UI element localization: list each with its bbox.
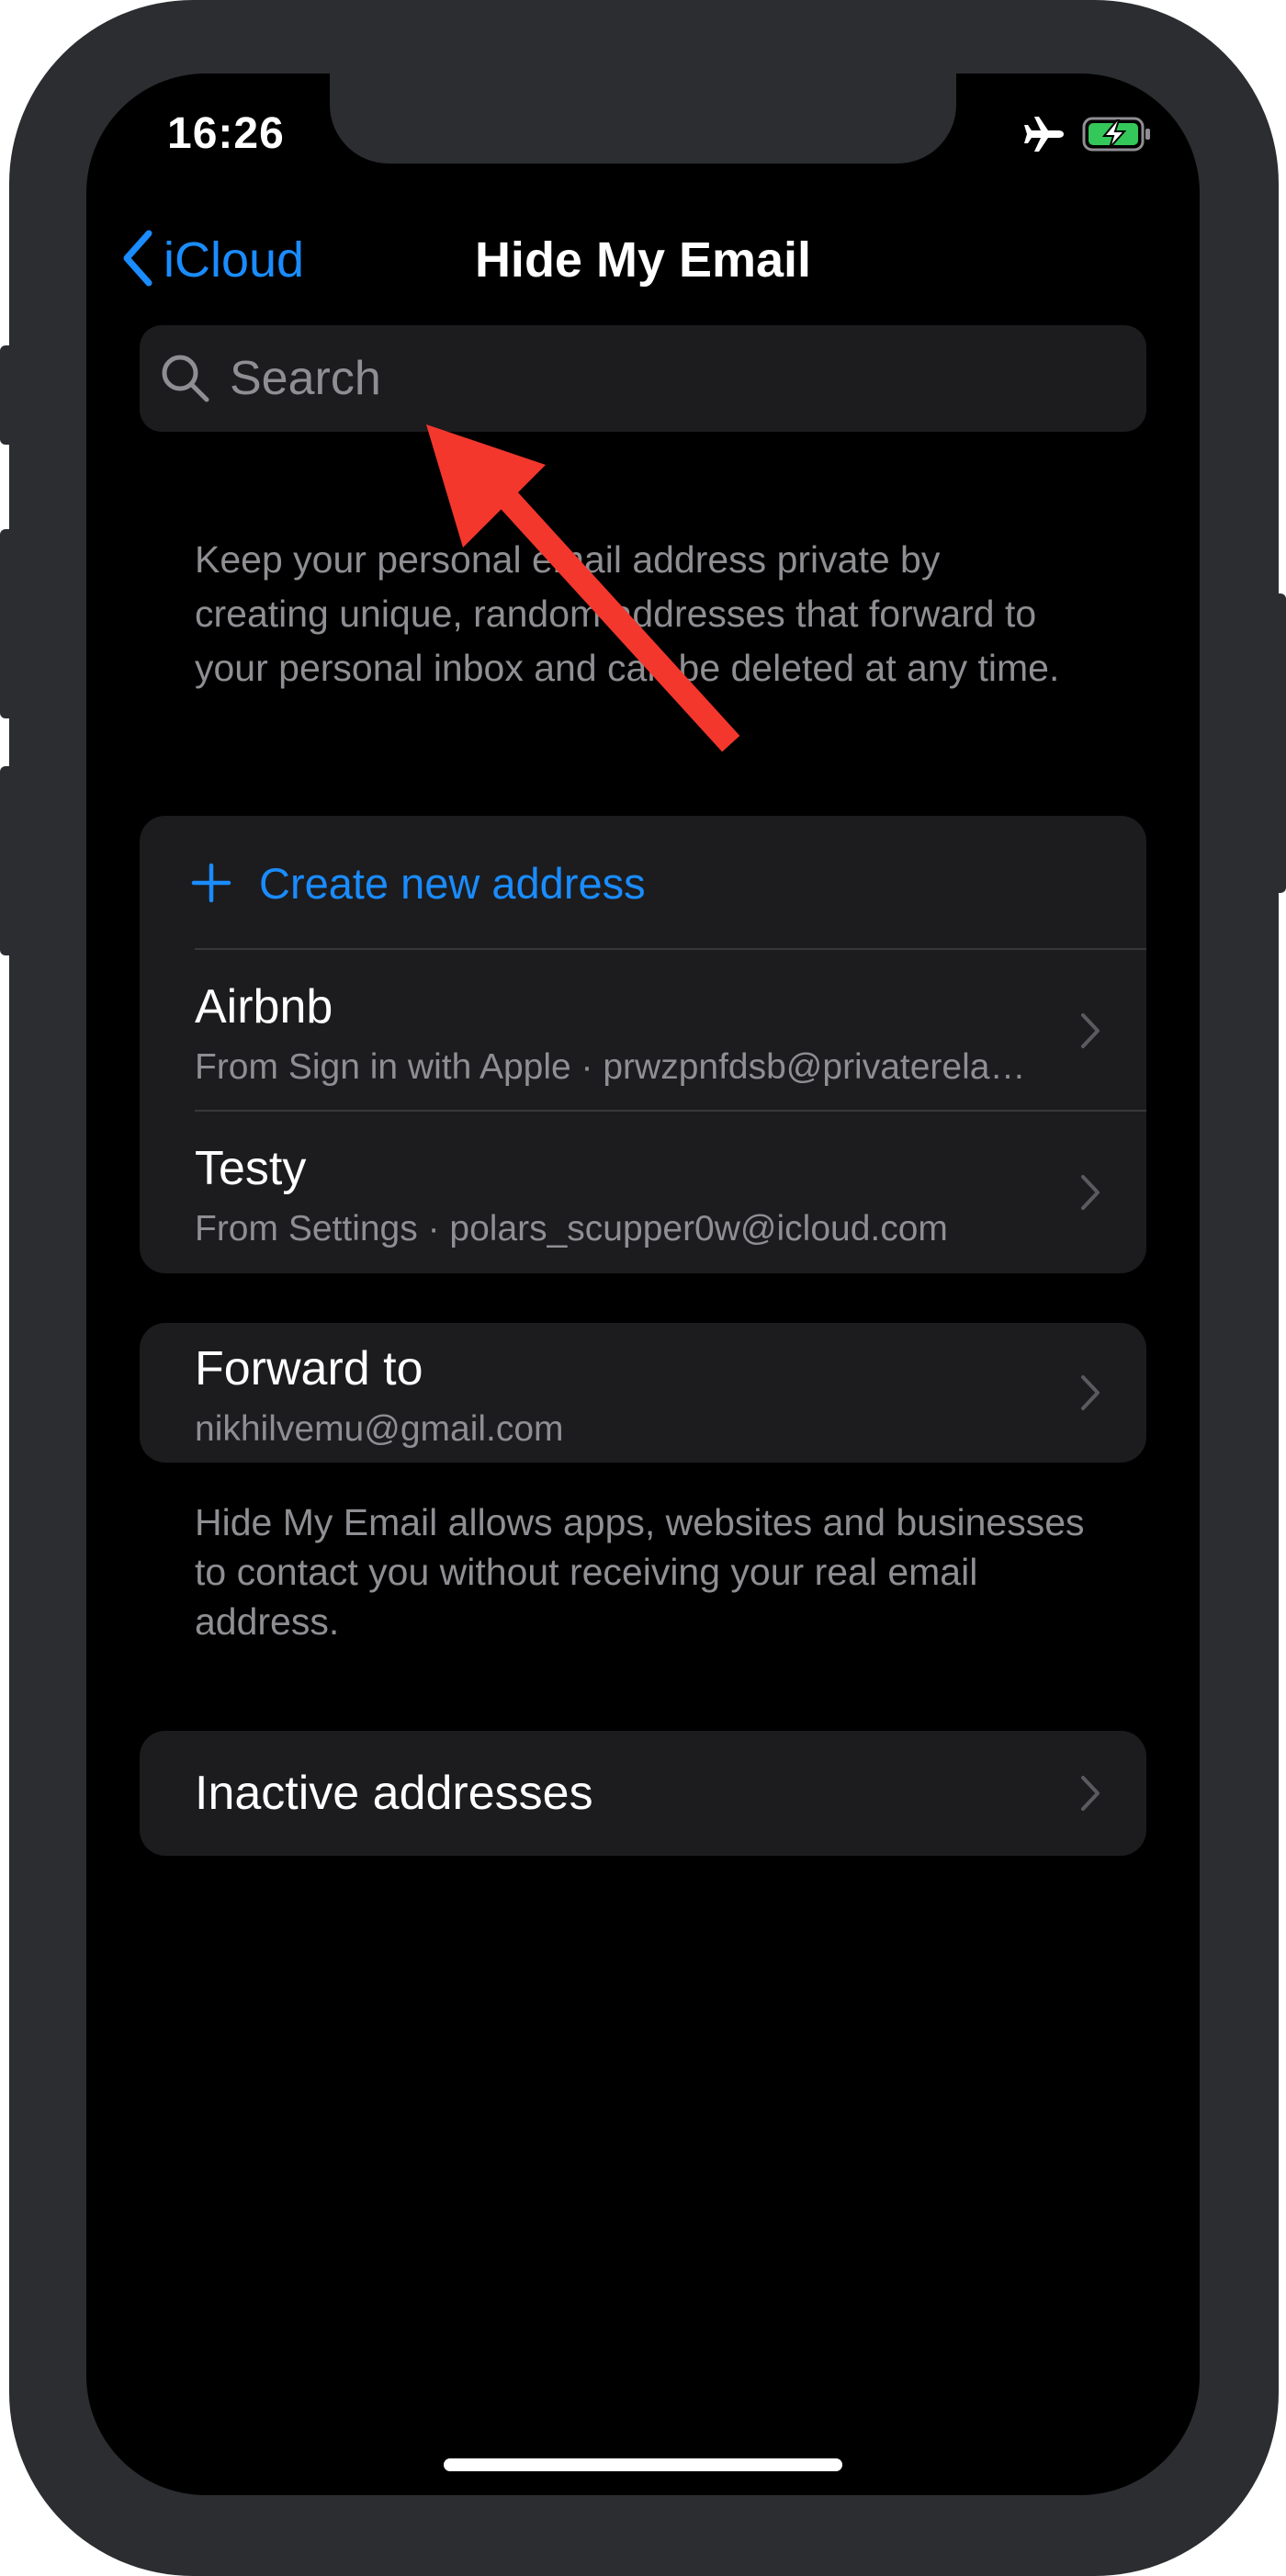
inactive-addresses-row[interactable]: Inactive addresses [140,1731,1146,1856]
address-subtitle: From Sign in with Apple · prwzpnfdsb@pri… [195,1047,1040,1087]
create-new-address-button[interactable]: Create new address [140,816,1146,950]
inactive-addresses-label: Inactive addresses [195,1767,593,1820]
airplane-icon [1023,116,1066,157]
chevron-right-icon [1080,1374,1100,1411]
plus-icon [191,863,231,903]
address-row-testy[interactable]: Testy From Settings · polars_scupper0w@i… [140,1112,1146,1273]
volume-down-button [0,766,15,955]
search-icon [160,353,211,404]
home-indicator[interactable] [444,2458,842,2471]
forward-to-row[interactable]: Forward to nikhilvemu@gmail.com [140,1323,1146,1463]
address-title: Airbnb [195,980,333,1034]
notch [330,73,956,164]
footnote-text: Hide My Email allows apps, websites and … [195,1501,1085,1643]
battery-charging-icon [1082,116,1152,157]
mute-switch [0,345,15,445]
address-title: Testy [195,1142,307,1195]
address-subtitle: From Settings · polars_scupper0w@icloud.… [195,1209,948,1248]
addresses-group: Create new address Airbnb From Sign in w… [140,816,1146,1273]
status-time: 16:26 [167,109,285,158]
navigation-bar: iCloud Hide My Email [86,220,1200,299]
status-icons [1023,116,1152,157]
search-bar[interactable] [140,325,1146,432]
forward-group: Forward to nikhilvemu@gmail.com [140,1323,1146,1463]
create-new-address-label: Create new address [259,858,646,908]
page-title: Hide My Email [474,232,812,288]
chevron-right-icon [1080,1775,1100,1812]
search-input[interactable] [228,350,1058,407]
inactive-group: Inactive addresses [140,1731,1146,1856]
chevron-right-icon [1080,1012,1100,1049]
volume-up-button [0,529,15,718]
description-text: Keep your personal email address private… [195,538,1060,689]
chevron-right-icon [1080,1174,1100,1211]
screen: 16:26 iCloud Hide My Email [86,73,1200,2495]
forward-to-title: Forward to [195,1342,423,1395]
address-row-airbnb[interactable]: Airbnb From Sign in with Apple · prwzpnf… [140,950,1146,1112]
power-button [1271,593,1286,893]
forward-to-email: nikhilvemu@gmail.com [195,1409,564,1449]
